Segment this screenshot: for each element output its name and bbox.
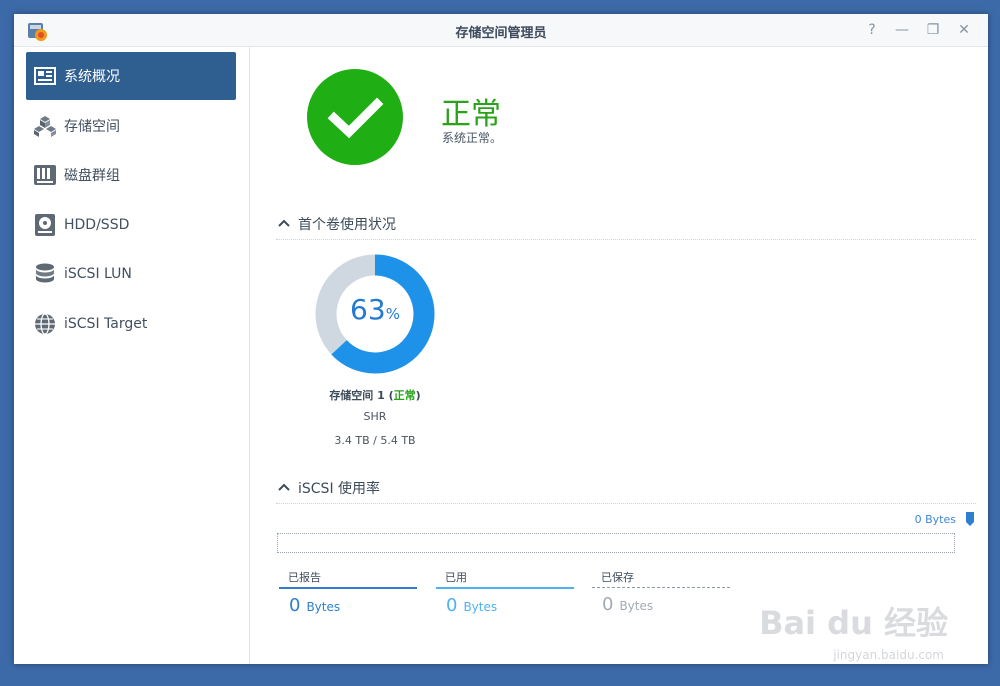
globe-icon — [34, 313, 56, 335]
legend-value: 0 Bytes — [592, 594, 730, 615]
minimize-icon[interactable]: — — [892, 20, 912, 40]
overview-icon — [34, 65, 56, 87]
iscsi-usage-bar — [277, 533, 955, 553]
legend-label: 已报告 — [288, 571, 321, 584]
legend-reported: 已报告 0 Bytes — [279, 569, 417, 616]
legend-value: 0 Bytes — [436, 595, 574, 616]
sidebar-item-label: 系统概况 — [64, 69, 120, 85]
raid-type: SHR — [363, 410, 387, 423]
legend-number: 0 — [289, 595, 301, 616]
volume-usage-donut: 63% — [314, 253, 436, 375]
database-icon — [34, 263, 56, 285]
baidu-watermark: Bai du 经验 — [759, 604, 948, 642]
legend-unit: Bytes — [463, 600, 498, 614]
volume-name-close: ) — [415, 389, 421, 402]
sidebar-item-label: 磁盘群组 — [64, 168, 120, 184]
legend-used: 已用 0 Bytes — [436, 569, 574, 616]
sidebar-item-iscsi-lun[interactable]: iSCSI LUN — [26, 250, 236, 298]
main-panel: 正常 系统正常。 首个卷使用状况 63% 存储空间 1 (正常) SHR 3.4… — [250, 47, 988, 664]
sidebar: 系统概况 存储空间 磁盘群组 HDD/SSD iSCSI LUN iSCSI T… — [14, 47, 250, 664]
legend-line — [592, 587, 730, 588]
iscsi-usage-section-header[interactable]: iSCSI 使用率 — [276, 477, 976, 504]
chevron-up-icon[interactable] — [276, 215, 292, 231]
sidebar-item-label: HDD/SSD — [64, 217, 130, 233]
volume-size: 3.4 TB / 5.4 TB — [334, 434, 416, 447]
legend-unit: Bytes — [619, 599, 654, 613]
maximize-icon[interactable]: ❐ — [923, 20, 943, 40]
sidebar-item-label: iSCSI Target — [64, 316, 148, 332]
legend-value: 0 Bytes — [279, 595, 417, 616]
volume-name-text: 存储空间 1 ( — [329, 389, 394, 402]
donut-label: 63% — [314, 293, 436, 326]
volume-name: 存储空间 1 (正常) — [250, 387, 500, 403]
legend-line — [436, 587, 574, 589]
legend-saved: 已保存 0 Bytes — [592, 569, 730, 615]
legend-number: 0 — [446, 595, 458, 616]
status-title: 正常 — [441, 97, 501, 132]
hdd-icon — [34, 214, 56, 236]
section-title: 首个卷使用状况 — [298, 217, 396, 233]
sidebar-item-label: 存储空间 — [64, 119, 120, 135]
chevron-up-icon[interactable] — [276, 479, 292, 495]
disk-group-icon — [34, 164, 56, 186]
sidebar-item-label: iSCSI LUN — [64, 266, 132, 282]
sidebar-item-overview[interactable]: 系统概况 — [26, 52, 236, 100]
legend-number: 0 — [602, 594, 614, 615]
baidu-watermark-url: jingyan.baidu.com — [833, 648, 944, 662]
volume-usage-section-header[interactable]: 首个卷使用状况 — [276, 213, 976, 240]
close-icon[interactable]: ✕ — [954, 20, 974, 40]
title-bar[interactable]: 存储空间管理员 ? — ❐ ✕ — [14, 14, 988, 47]
sidebar-item-storage[interactable]: 存储空间 — [26, 102, 236, 150]
iscsi-capacity-value: 0 Bytes — [914, 513, 956, 526]
legend-line — [279, 587, 417, 589]
cubes-icon — [34, 115, 56, 137]
legend-label: 已保存 — [601, 571, 634, 584]
usage-percent: 63 — [350, 293, 386, 326]
sidebar-item-iscsi-target[interactable]: iSCSI Target — [26, 300, 236, 348]
storage-manager-window: 存储空间管理员 ? — ❐ ✕ 系统概况 存储空间 磁盘群组 HDD/SSD i… — [14, 14, 988, 664]
legend-label: 已用 — [445, 571, 467, 584]
legend-unit: Bytes — [306, 600, 341, 614]
capacity-marker-icon — [966, 512, 974, 526]
percent-sign: % — [385, 305, 400, 323]
volume-status: 正常 — [393, 389, 416, 402]
section-title: iSCSI 使用率 — [298, 481, 381, 497]
help-icon[interactable]: ? — [862, 20, 882, 40]
sidebar-item-hdd-ssd[interactable]: HDD/SSD — [26, 201, 236, 249]
status-subtitle: 系统正常。 — [442, 131, 503, 145]
sidebar-item-disk-group[interactable]: 磁盘群组 — [26, 151, 236, 199]
window-title: 存储空间管理员 — [455, 26, 547, 41]
status-ok-icon — [307, 69, 403, 165]
